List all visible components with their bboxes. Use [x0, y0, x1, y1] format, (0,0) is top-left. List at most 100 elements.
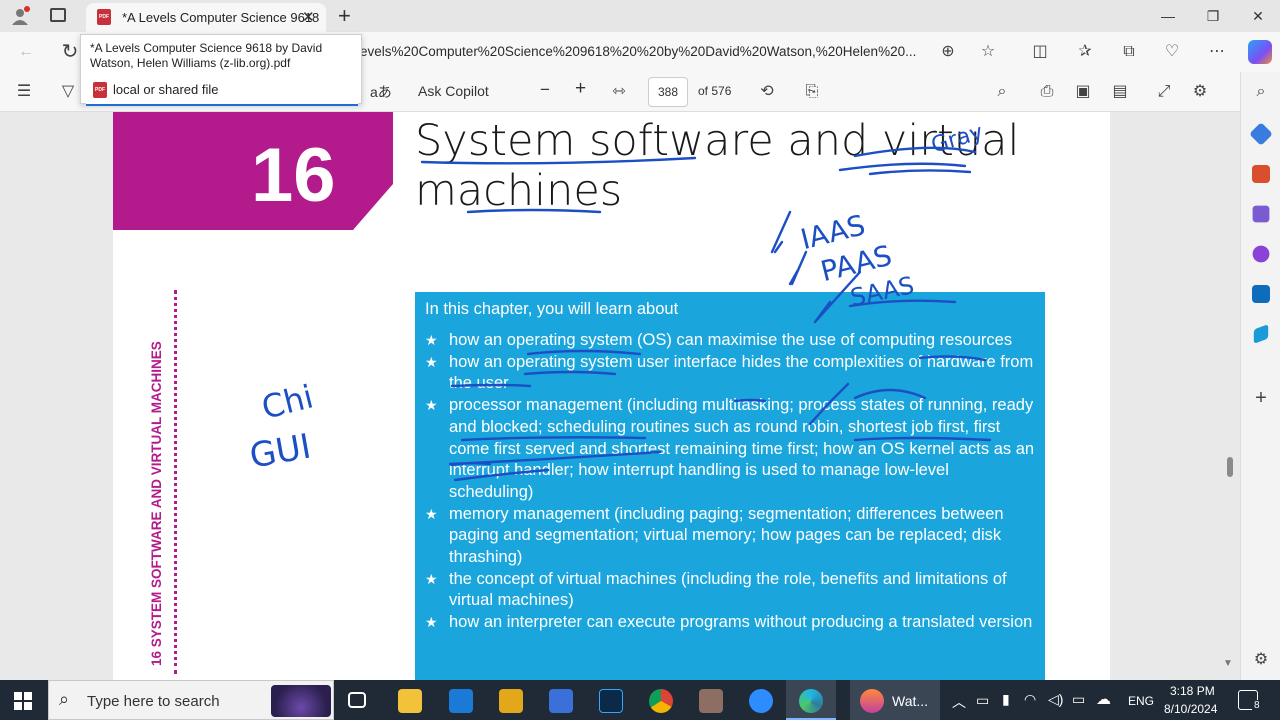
collections-icon[interactable]: ⧉: [1117, 40, 1141, 64]
profile-icon[interactable]: [10, 6, 30, 26]
pdf-file-icon: PDF: [93, 82, 107, 98]
microsoft365-icon[interactable]: [1252, 245, 1270, 263]
tray-chevron-icon[interactable]: ︿: [952, 692, 966, 712]
fullscreen-icon[interactable]: ⤢: [1152, 80, 1176, 104]
side-heading: 16 SYSTEM SOFTWARE AND VIRTUAL MACHINES: [149, 341, 164, 666]
tab-active-pdf[interactable]: PDF *A Levels Computer Science 9618 ✕: [86, 3, 326, 32]
shopping-icon[interactable]: [1249, 122, 1273, 146]
close-window-button[interactable]: ✕: [1238, 4, 1278, 28]
pdf-page: 16 System software and virtual machines …: [113, 112, 1110, 680]
edge-sidebar: ⌕ + ⚙: [1240, 72, 1280, 680]
dotted-rule: [174, 290, 177, 674]
pdf-viewport[interactable]: 16 System software and virtual machines …: [0, 112, 1240, 680]
tab-title: *A Levels Computer Science 9618: [122, 10, 320, 25]
taskbar-search-icon: ⌕: [59, 689, 70, 709]
windows-taskbar: ⌕ Type here to search Wat... ︿ ▭ ▮ ◠ ◁) …: [0, 680, 1280, 720]
zoom-out-button[interactable]: −: [540, 80, 550, 100]
onedrive-icon[interactable]: ☁: [1096, 690, 1111, 708]
sidebar-search-icon[interactable]: ⌕: [1249, 80, 1273, 104]
taskbar-search-placeholder: Type here to search: [87, 693, 220, 710]
task-view-icon[interactable]: [348, 692, 366, 708]
clock-date[interactable]: 8/10/2024: [1164, 702, 1217, 716]
split-screen-icon[interactable]: ◫: [1028, 40, 1052, 64]
page-number-input[interactable]: 388: [648, 77, 688, 107]
chrome-icon[interactable]: [649, 689, 673, 713]
taskbar-search-box[interactable]: ⌕ Type here to search: [48, 680, 334, 720]
page-total: of 576: [698, 84, 732, 98]
title-bar: PDF *A Levels Computer Science 9618 ✕ + …: [0, 0, 1280, 32]
windows-start-icon[interactable]: [14, 692, 32, 710]
tooltip-source-label: local or shared file: [113, 82, 219, 97]
contents-list-icon[interactable]: ☰: [12, 80, 36, 104]
chapter-title: System software and virtual machines: [415, 116, 1020, 216]
files-app-icon[interactable]: [499, 689, 523, 713]
search-icon[interactable]: ⌕: [990, 80, 1014, 104]
tray-app-icon[interactable]: ▭: [976, 692, 989, 709]
zoom-icon[interactable]: ⊕: [936, 40, 960, 64]
banner-corner: [353, 184, 393, 230]
tools-icon[interactable]: [1252, 165, 1270, 183]
restore-button[interactable]: ❐: [1193, 4, 1233, 28]
tooltip-title: *A Levels Computer Science 9618 by David…: [90, 41, 323, 70]
tab-close-icon[interactable]: ✕: [302, 8, 315, 26]
tab-actions-icon[interactable]: [50, 8, 66, 22]
app-icon[interactable]: [699, 689, 723, 713]
games-icon[interactable]: [1252, 205, 1270, 223]
chapter-number: 16: [251, 133, 336, 218]
print-icon[interactable]: ⎙: [1035, 80, 1059, 104]
zoom-app-icon[interactable]: [749, 689, 773, 713]
volume-icon[interactable]: ◁): [1048, 691, 1063, 708]
zoom-in-button[interactable]: +: [575, 78, 586, 100]
fit-width-icon[interactable]: ⇿: [607, 80, 631, 104]
pdf-file-icon: PDF: [97, 9, 111, 25]
favorites-icon[interactable]: ✰: [1073, 40, 1097, 64]
save-icon[interactable]: ▣: [1071, 80, 1095, 104]
extensions-icon[interactable]: ♡: [1160, 40, 1184, 64]
copilot-icon[interactable]: [1248, 40, 1272, 64]
send-icon[interactable]: [1253, 324, 1269, 344]
learning-list: how an operating system (OS) can maximis…: [425, 330, 1035, 634]
scroll-down-icon[interactable]: ▼: [1223, 658, 1233, 669]
search-highlight-icon: [271, 685, 331, 717]
photoshop-icon[interactable]: [599, 689, 623, 713]
chapter-banner: 16: [113, 112, 393, 230]
edge-icon[interactable]: [799, 689, 823, 713]
language-indicator[interactable]: ENG: [1128, 694, 1154, 708]
back-arrow-icon[interactable]: ←: [14, 40, 38, 64]
learning-objectives-box: In this chapter, you will learn about ho…: [415, 292, 1045, 680]
refresh-icon[interactable]: ↻: [58, 40, 82, 64]
battery-icon[interactable]: ▭: [1072, 691, 1085, 708]
sidebar-settings-icon[interactable]: ⚙: [1249, 648, 1273, 672]
file-explorer-icon[interactable]: [398, 689, 422, 713]
rotate-icon[interactable]: ⟲: [755, 80, 779, 104]
store-icon[interactable]: [549, 689, 573, 713]
highlight-icon[interactable]: ▽: [56, 80, 80, 104]
save-as-icon[interactable]: ▤: [1108, 80, 1132, 104]
tooltip-source: PDF local or shared file: [86, 76, 358, 106]
url-text[interactable]: evels%20Computer%20Science%209618%20%20b…: [360, 44, 920, 59]
learning-item: how an interpreter can execute programs …: [425, 612, 1035, 634]
learning-intro: In this chapter, you will learn about: [425, 300, 679, 318]
more-menu-icon[interactable]: ⋯: [1205, 40, 1229, 64]
ask-copilot-button[interactable]: Ask Copilot: [418, 83, 489, 99]
notification-count: 8: [1252, 700, 1262, 711]
read-aloud-button[interactable]: aあ: [370, 82, 392, 102]
microphone-icon[interactable]: ▮: [1002, 691, 1010, 708]
add-sidebar-app-icon[interactable]: +: [1249, 386, 1273, 410]
outlook-icon[interactable]: [1252, 285, 1270, 303]
mail-icon[interactable]: [449, 689, 473, 713]
active-app-icon[interactable]: [860, 689, 884, 713]
active-app-label[interactable]: Wat...: [892, 693, 928, 709]
pdf-settings-icon[interactable]: ⚙: [1188, 80, 1212, 104]
clock-time[interactable]: 3:18 PM: [1170, 684, 1215, 698]
learning-item: how an operating system user interface h…: [425, 352, 1035, 395]
learning-item: the concept of virtual machines (includi…: [425, 569, 1035, 612]
new-tab-button[interactable]: +: [338, 3, 351, 29]
learning-item: memory management (including paging; seg…: [425, 504, 1035, 569]
favorite-star-icon[interactable]: ☆: [976, 40, 1000, 64]
page-view-icon[interactable]: ⎘: [800, 80, 824, 104]
scrollbar-thumb[interactable]: [1227, 457, 1233, 477]
learning-item: processor management (including multitas…: [425, 395, 1035, 504]
minimize-button[interactable]: —: [1148, 4, 1188, 28]
wifi-icon[interactable]: ◠: [1024, 691, 1036, 708]
